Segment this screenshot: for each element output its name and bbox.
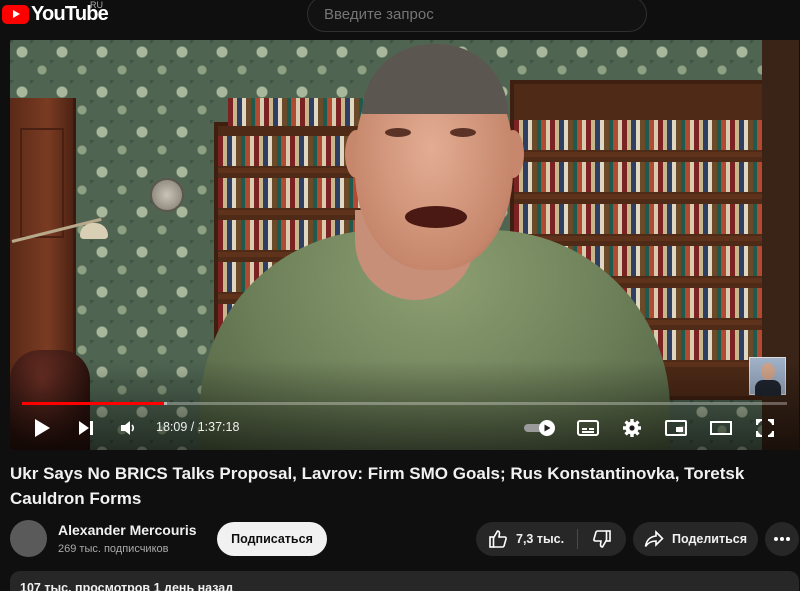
video-title: Ukr Says No BRICS Talks Proposal, Lavrov… <box>10 464 745 508</box>
search-box[interactable] <box>307 0 647 32</box>
time-display: 18:09 / 1:37:18 <box>156 420 240 434</box>
masthead: YouTube RU <box>0 0 800 34</box>
autoplay-toggle-icon <box>524 420 555 436</box>
duration: 1:37:18 <box>197 420 240 434</box>
play-button[interactable] <box>30 416 54 440</box>
dislike-button[interactable] <box>578 522 626 556</box>
autoplay-toggle[interactable] <box>522 416 558 440</box>
subtitles-icon <box>577 420 599 436</box>
settings-gear-icon <box>623 419 641 437</box>
share-label: Поделиться <box>672 532 748 546</box>
settings-button[interactable] <box>620 416 644 440</box>
fullscreen-icon <box>756 419 774 437</box>
progress-bar[interactable] <box>22 402 787 405</box>
share-button[interactable]: Поделиться <box>633 522 758 556</box>
description-box[interactable]: 107 тыс. просмотров 1 день назад <box>10 571 799 591</box>
youtube-play-logo-icon <box>2 5 29 24</box>
miniplayer-button[interactable] <box>664 416 688 440</box>
next-icon <box>79 421 93 435</box>
wall-lamp <box>80 223 108 239</box>
video-player[interactable]: 18:09 / 1:37:18 <box>10 40 799 450</box>
subscriber-count: 269 тыс. подписчиков <box>58 543 169 555</box>
theater-mode-button[interactable] <box>709 416 733 440</box>
more-horizontal-icon <box>774 537 790 541</box>
volume-icon <box>121 421 135 435</box>
miniplayer-icon <box>665 420 687 436</box>
fullscreen-button[interactable] <box>753 416 777 440</box>
view-count-and-date: 107 тыс. просмотров 1 день назад <box>20 581 234 591</box>
thumbs-down-icon <box>593 530 611 548</box>
thumbs-up-icon <box>489 530 507 548</box>
wall-plate <box>150 178 184 212</box>
subtitles-button[interactable] <box>576 416 600 440</box>
share-arrow-icon <box>644 530 664 547</box>
progress-played <box>22 402 165 405</box>
more-actions-button[interactable] <box>765 522 799 556</box>
next-button[interactable] <box>74 416 98 440</box>
like-button[interactable]: 7,3 тыс. <box>476 522 577 556</box>
current-time: 18:09 <box>156 420 188 434</box>
channel-avatar[interactable] <box>10 520 47 557</box>
play-icon <box>35 419 50 437</box>
mute-button[interactable] <box>116 416 140 440</box>
theater-mode-icon <box>710 421 732 435</box>
like-dislike-group: 7,3 тыс. <box>476 522 626 556</box>
like-count: 7,3 тыс. <box>516 532 565 546</box>
channel-name[interactable]: Alexander Mercouris <box>58 522 197 538</box>
region-code: RU <box>90 0 103 10</box>
subscribe-button[interactable]: Подписаться <box>217 522 327 556</box>
search-input[interactable] <box>324 6 624 23</box>
